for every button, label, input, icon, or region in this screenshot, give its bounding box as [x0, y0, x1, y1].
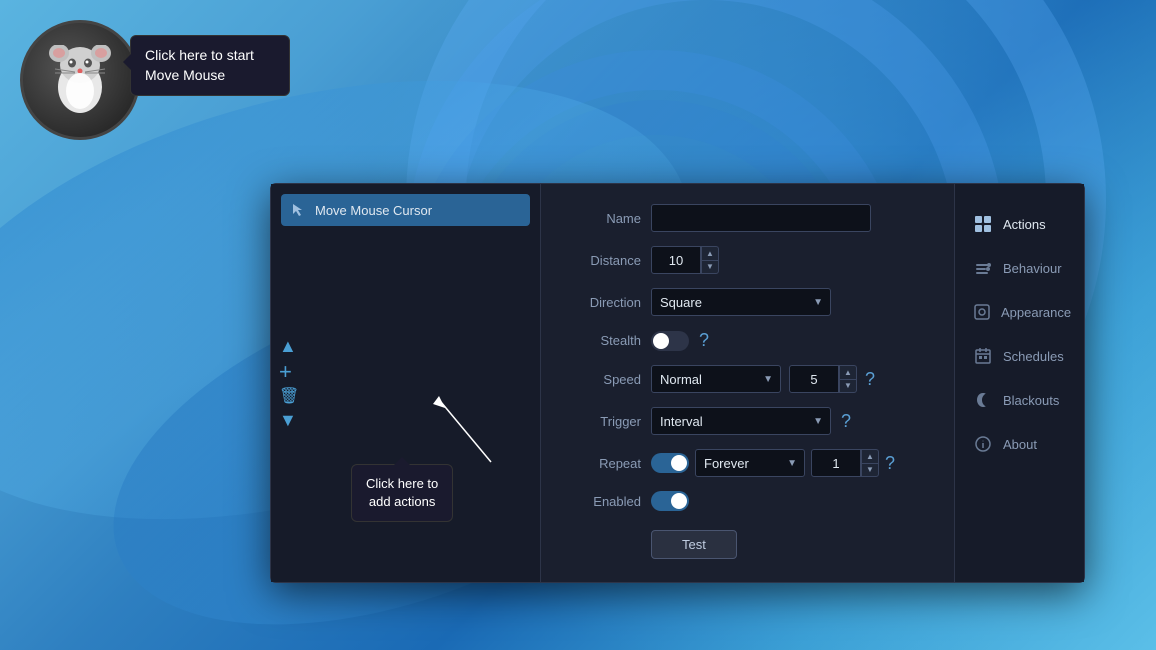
distance-row: Distance ▲ ▼: [561, 246, 934, 274]
app-window: Move Mouse Cursor Click here to add acti…: [270, 183, 1085, 583]
repeat-label: Repeat: [561, 456, 641, 471]
actions-icon: [973, 214, 993, 234]
tooltip-line2: Move Mouse: [145, 67, 225, 83]
repeat-row: Repeat Forever Count ▼ ▲ ▼: [561, 449, 934, 477]
trigger-select[interactable]: Interval Schedule: [651, 407, 831, 435]
repeat-select[interactable]: Forever Count: [695, 449, 805, 477]
speed-spinner-btns: ▲ ▼: [839, 365, 857, 393]
distance-label: Distance: [561, 253, 641, 268]
move-up-button[interactable]: ▲: [279, 337, 299, 355]
direction-select-wrap: Square Horizontal Vertical Random ▼: [651, 288, 831, 316]
tray-icon-container: Click here to start Move Mouse: [20, 20, 140, 140]
trigger-label: Trigger: [561, 414, 641, 429]
distance-spinner: ▲ ▼: [651, 246, 719, 274]
action-controls: ▲ + 🗑 ▼: [279, 337, 299, 429]
behaviour-label: Behaviour: [1003, 261, 1062, 276]
stealth-row: Stealth ?: [561, 330, 934, 351]
repeat-down-btn[interactable]: ▼: [861, 463, 879, 477]
speed-input[interactable]: [789, 365, 839, 393]
right-sidebar: Actions Behaviour: [954, 184, 1084, 582]
repeat-spinner: ▲ ▼: [811, 449, 879, 477]
repeat-up-btn[interactable]: ▲: [861, 449, 879, 463]
schedules-label: Schedules: [1003, 349, 1064, 364]
speed-down-btn[interactable]: ▼: [839, 379, 857, 393]
schedules-icon: [973, 346, 993, 366]
sidebar-item-appearance[interactable]: Appearance: [959, 292, 1080, 332]
tooltip-line1: Click here to start: [145, 47, 254, 63]
name-row: Name: [561, 204, 934, 232]
mouse-cursor-icon: [291, 202, 307, 218]
behaviour-icon: [973, 258, 993, 278]
direction-label: Direction: [561, 295, 641, 310]
distance-down-btn[interactable]: ▼: [701, 260, 719, 274]
sidebar-item-schedules[interactable]: Schedules: [959, 336, 1080, 376]
stealth-toggle[interactable]: [651, 331, 689, 351]
repeat-toggle[interactable]: [651, 453, 689, 473]
repeat-wrap: Forever Count ▼ ▲ ▼ ?: [651, 449, 895, 477]
test-button[interactable]: Test: [651, 530, 737, 559]
action-item-label: Move Mouse Cursor: [315, 203, 432, 218]
blackouts-icon: [973, 390, 993, 410]
add-action-button[interactable]: +: [279, 361, 299, 383]
sidebar-item-blackouts[interactable]: Blackouts: [959, 380, 1080, 420]
tray-tooltip: Click here to start Move Mouse: [130, 35, 290, 96]
sidebar-item-about[interactable]: About: [959, 424, 1080, 464]
enabled-row: Enabled: [561, 491, 934, 511]
stealth-label: Stealth: [561, 333, 641, 348]
direction-select[interactable]: Square Horizontal Vertical Random: [651, 288, 831, 316]
repeat-select-wrap: Forever Count ▼: [695, 449, 805, 477]
speed-row: Speed Normal Fast Slow ▼ ▲ ▼: [561, 365, 934, 393]
delete-action-button[interactable]: 🗑: [279, 389, 299, 405]
about-icon: [973, 434, 993, 454]
speed-spinner: ▲ ▼: [789, 365, 857, 393]
repeat-help-icon[interactable]: ?: [885, 453, 895, 474]
action-item-move-mouse[interactable]: Move Mouse Cursor: [281, 194, 530, 226]
distance-up-btn[interactable]: ▲: [701, 246, 719, 260]
mouse-svg-icon: [45, 45, 115, 115]
add-actions-line1: Click here to: [366, 476, 438, 491]
repeat-input[interactable]: [811, 449, 861, 477]
center-panel: Name Distance ▲ ▼ Direction Square Horiz…: [541, 184, 954, 582]
left-panel: Move Mouse Cursor Click here to add acti…: [271, 184, 541, 582]
actions-label: Actions: [1003, 217, 1046, 232]
stealth-help-icon[interactable]: ?: [699, 330, 709, 351]
name-label: Name: [561, 211, 641, 226]
appearance-label: Appearance: [1001, 305, 1071, 320]
speed-dropdown-wrap: Normal Fast Slow ▼: [651, 365, 781, 393]
stealth-toggle-wrap: ?: [651, 330, 709, 351]
enabled-toggle[interactable]: [651, 491, 689, 511]
add-actions-line2: add actions: [369, 494, 436, 509]
trigger-help-icon[interactable]: ?: [841, 411, 851, 432]
speed-up-btn[interactable]: ▲: [839, 365, 857, 379]
name-input[interactable]: [651, 204, 871, 232]
appearance-icon: [973, 302, 991, 322]
tray-circle[interactable]: [20, 20, 140, 140]
trigger-row: Trigger Interval Schedule ▼ ?: [561, 407, 934, 435]
sidebar-item-actions[interactable]: Actions: [959, 204, 1080, 244]
blackouts-label: Blackouts: [1003, 393, 1059, 408]
repeat-spinner-btns: ▲ ▼: [861, 449, 879, 477]
speed-select-wrap: Normal Fast Slow ▼ ▲ ▼ ?: [651, 365, 875, 393]
distance-input[interactable]: [651, 246, 701, 274]
distance-spinner-btns: ▲ ▼: [701, 246, 719, 274]
enabled-label: Enabled: [561, 494, 641, 509]
add-actions-tooltip: Click here to add actions: [351, 464, 453, 522]
sidebar-item-behaviour[interactable]: Behaviour: [959, 248, 1080, 288]
speed-select[interactable]: Normal Fast Slow: [651, 365, 781, 393]
direction-row: Direction Square Horizontal Vertical Ran…: [561, 288, 934, 316]
trigger-select-wrap: Interval Schedule ▼: [651, 407, 831, 435]
speed-help-icon[interactable]: ?: [865, 369, 875, 390]
about-label: About: [1003, 437, 1037, 452]
speed-label: Speed: [561, 372, 641, 387]
move-down-button[interactable]: ▼: [279, 411, 299, 429]
